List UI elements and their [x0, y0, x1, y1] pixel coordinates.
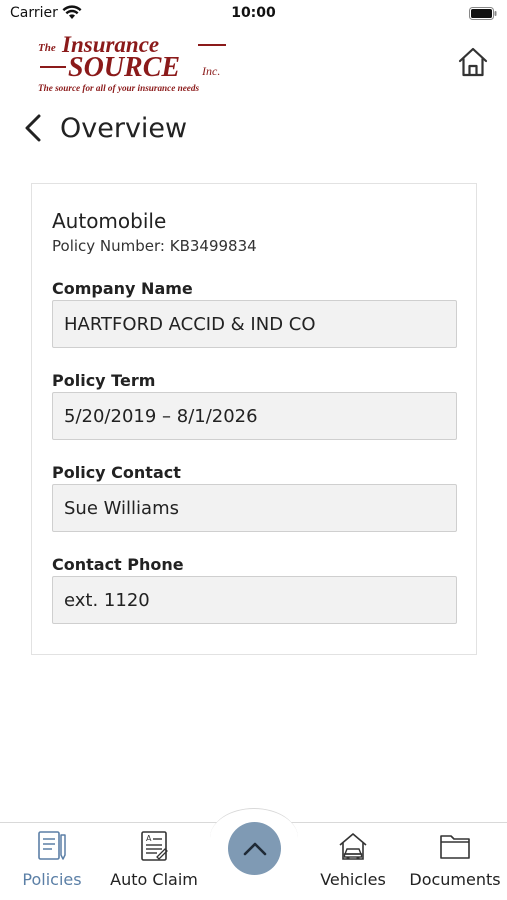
company-name-field: HARTFORD ACCID & IND CO [52, 300, 457, 348]
status-bar: Carrier 10:00 [0, 0, 507, 28]
documents-icon [440, 835, 470, 859]
tab-policies-label: Policies [22, 870, 82, 889]
policy-number: Policy Number: KB3499834 [52, 237, 257, 255]
policy-number-value: KB3499834 [169, 237, 257, 255]
contact-phone-label: Contact Phone [52, 555, 184, 574]
center-expand-button[interactable] [228, 822, 281, 875]
policy-contact-value: Sue Williams [64, 497, 179, 519]
policy-term-field: 5/20/2019 – 8/1/2026 [52, 392, 457, 440]
chevron-left-icon[interactable] [22, 113, 44, 143]
company-name-value: HARTFORD ACCID & IND CO [64, 313, 316, 335]
policy-number-label: Policy Number: [52, 237, 165, 255]
svg-text:Inc.: Inc. [201, 64, 220, 78]
tab-policies[interactable]: Policies [2, 829, 102, 895]
tab-documents[interactable]: Documents [405, 829, 505, 895]
auto-claim-icon: A [141, 831, 168, 861]
chevron-up-icon [243, 842, 266, 855]
policy-card: Automobile Policy Number: KB3499834 Comp… [31, 183, 477, 655]
status-time: 10:00 [231, 5, 276, 21]
home-icon[interactable] [456, 45, 490, 79]
tab-auto-claim[interactable]: A Auto Claim [104, 829, 204, 895]
page-title: Overview [60, 112, 188, 144]
tab-documents-label: Documents [409, 870, 501, 889]
contact-phone-field[interactable]: ext. 1120 [52, 576, 457, 624]
vehicles-icon [339, 833, 367, 860]
policy-contact-field: Sue Williams [52, 484, 457, 532]
svg-text:A: A [146, 834, 152, 843]
tab-vehicles[interactable]: Vehicles [303, 829, 403, 895]
battery-icon [469, 7, 497, 20]
policy-term-label: Policy Term [52, 371, 156, 390]
contact-phone-value: ext. 1120 [64, 589, 150, 611]
policy-contact-label: Policy Contact [52, 463, 181, 482]
tab-vehicles-label: Vehicles [320, 870, 386, 889]
policy-type: Automobile [52, 209, 167, 233]
back-navigation[interactable]: Overview [22, 108, 187, 148]
policy-term-value: 5/20/2019 – 8/1/2026 [64, 405, 258, 427]
policies-icon [38, 831, 66, 860]
logo-artwork: The Insurance SOURCE Inc. The source for… [38, 32, 226, 93]
company-name-label: Company Name [52, 279, 193, 298]
tab-auto-claim-label: Auto Claim [110, 870, 198, 889]
company-logo: The Insurance SOURCE Inc. The source for… [36, 31, 230, 95]
svg-text:The source for all of your ins: The source for all of your insurance nee… [38, 83, 199, 93]
svg-text:SOURCE: SOURCE [68, 52, 180, 83]
svg-text:The: The [38, 42, 56, 54]
